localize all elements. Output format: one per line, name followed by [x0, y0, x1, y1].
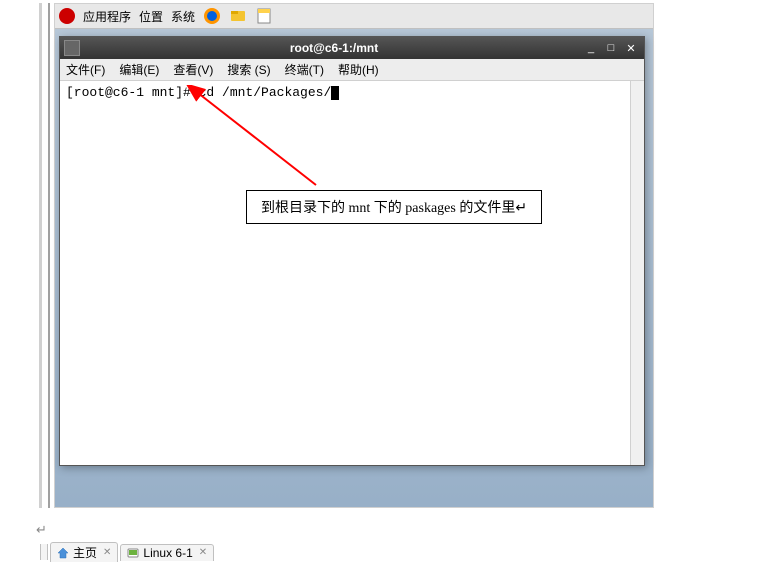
maximize-button[interactable]: □ — [604, 41, 618, 55]
tab-close-icon[interactable]: ✕ — [103, 547, 111, 558]
minimize-button[interactable]: _ — [584, 41, 598, 55]
close-button[interactable]: ✕ — [624, 41, 638, 55]
terminal-command: cd /mnt/Packages/ — [199, 85, 332, 100]
desktop-container: 应用程序 位置 系统 root@c6-1:/mnt _ □ ✕ 文件(F) 编辑… — [54, 3, 654, 508]
tab-linux[interactable]: Linux 6-1 ✕ — [120, 544, 214, 561]
terminal-prompt: [root@c6-1 mnt]# — [66, 85, 199, 100]
redhat-icon[interactable] — [59, 8, 75, 24]
vertical-scrollbar[interactable] — [630, 81, 644, 465]
terminal-titlebar[interactable]: root@c6-1:/mnt _ □ ✕ — [60, 37, 644, 59]
return-mark: ↵ — [36, 522, 47, 538]
bottom-tabs: 主页 ✕ Linux 6-1 ✕ — [40, 542, 214, 562]
vm-icon — [127, 547, 139, 559]
menu-edit[interactable]: 编辑(E) — [119, 61, 159, 78]
menu-terminal[interactable]: 终端(T) — [285, 61, 324, 78]
panel-menu-places[interactable]: 位置 — [139, 8, 163, 25]
window-menu-icon[interactable] — [64, 40, 80, 56]
panel-menu-system[interactable]: 系统 — [171, 8, 195, 25]
menu-search[interactable]: 搜索 (S) — [227, 61, 270, 78]
menu-view[interactable]: 查看(V) — [173, 61, 213, 78]
firefox-icon[interactable] — [203, 7, 221, 25]
home-icon — [57, 547, 69, 559]
window-title: root@c6-1:/mnt — [84, 41, 584, 55]
terminal-body[interactable]: [root@c6-1 mnt]# cd /mnt/Packages/ — [60, 81, 644, 465]
tab-label: 主页 — [73, 544, 97, 561]
menu-help[interactable]: 帮助(H) — [338, 61, 379, 78]
tab-label: Linux 6-1 — [143, 546, 192, 560]
menu-file[interactable]: 文件(F) — [66, 61, 105, 78]
tab-home[interactable]: 主页 ✕ — [50, 542, 118, 562]
gnome-panel: 应用程序 位置 系统 — [55, 4, 653, 29]
panel-menu-applications[interactable]: 应用程序 — [83, 8, 131, 25]
terminal-cursor — [331, 86, 339, 100]
file-manager-icon[interactable] — [229, 7, 247, 25]
tab-divider[interactable] — [40, 544, 48, 560]
annotation-textbox: 到根目录下的 mnt 下的 paskages 的文件里↵ — [246, 190, 542, 224]
terminal-window: root@c6-1:/mnt _ □ ✕ 文件(F) 编辑(E) 查看(V) 搜… — [59, 36, 645, 466]
terminal-menubar: 文件(F) 编辑(E) 查看(V) 搜索 (S) 终端(T) 帮助(H) — [60, 59, 644, 81]
tab-close-icon[interactable]: ✕ — [199, 547, 207, 558]
text-editor-icon[interactable] — [255, 7, 273, 25]
